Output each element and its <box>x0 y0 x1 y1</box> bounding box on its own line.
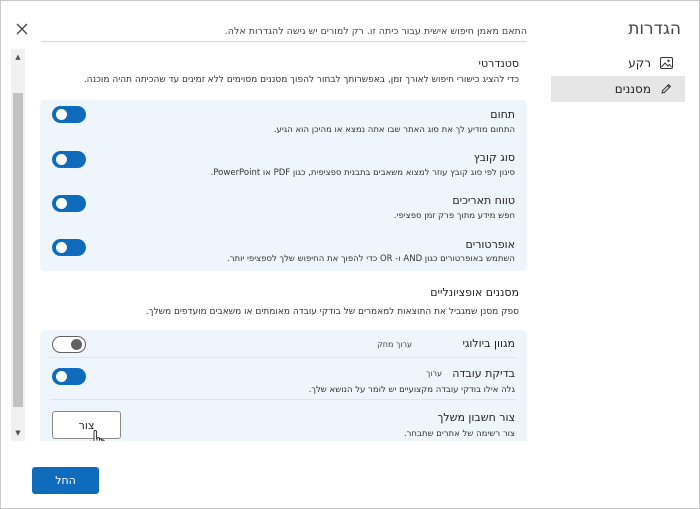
filter-title: צור חשבון משלך <box>437 411 515 424</box>
filter-row-domain: תחום התחום מודיע לך את סוג האתר שבו אתה … <box>40 100 527 143</box>
optional-section-description: ספק מסנן שמגביל את התוצאות למאמרים של בו… <box>145 307 519 317</box>
filter-title: תחום <box>490 108 515 121</box>
scroll-down-arrow-icon[interactable]: ▼ <box>14 429 22 437</box>
filter-description: השתמש באופרטורים כגון AND ו- OR כדי להפו… <box>227 254 515 264</box>
create-button[interactable]: צור <box>52 411 121 439</box>
scrollbar-thumb[interactable] <box>13 93 23 407</box>
operators-toggle[interactable] <box>52 239 86 256</box>
standard-filters-card: תחום התחום מודיע לך את סוג האתר שבו אתה … <box>40 100 527 271</box>
fact-check-toggle[interactable] <box>52 368 86 385</box>
filter-title: מגוון ביולוגי <box>462 337 515 350</box>
nav-item-label: רקע <box>628 56 651 70</box>
domain-toggle[interactable] <box>52 106 86 123</box>
filter-title: טווח תאריכים <box>452 194 515 207</box>
optional-filters-card: מגוון ביולוגי ערוך מחק בדיקת עובדה ערוך … <box>40 330 527 441</box>
filter-row-fact-check: בדיקת עובדה ערוך גלה אילו בודקי עובדה מק… <box>40 358 527 400</box>
file-type-toggle[interactable] <box>52 151 86 168</box>
filter-title: בדיקת עובדה <box>452 367 515 380</box>
filter-row-operators: אופרטורים השתמש באופרטורים כגון AND ו- O… <box>40 229 527 271</box>
filter-row-file-type: סוג קובץ סינון לפי סוג קובץ עוזר למצוא מ… <box>40 143 527 186</box>
edit-link[interactable]: ערוך <box>426 369 442 378</box>
filters-scroll-area[interactable]: סטנדרטי כדי להציג כישורי חיפוש לאורך זמן… <box>11 49 531 441</box>
filter-row-create-own: צור חשבון משלך צור רשימה של אתרים שתבחר.… <box>40 400 527 441</box>
filter-row-biodiversity: מגוון ביולוגי ערוך מחק <box>40 330 527 358</box>
toggle-knob <box>56 198 67 209</box>
date-range-toggle[interactable] <box>52 195 86 212</box>
filter-description: גלה אילו בודקי עובדה מקצועיים יש לומר על… <box>308 385 515 395</box>
nav-item-filters[interactable]: מסננים <box>551 76 685 102</box>
filters-settings-dialog: הגדרות רקע מסננים התאם מאמן חיפוש אישית … <box>0 0 700 509</box>
filter-description: חפש מידע מתוך פרק זמן ספציפי. <box>393 211 515 221</box>
settings-title: הגדרות <box>628 19 681 39</box>
header-divider <box>41 41 527 42</box>
toggle-knob <box>56 371 67 382</box>
filter-row-date-range: טווח תאריכים חפש מידע מתוך פרק זמן ספציפ… <box>40 186 527 229</box>
filter-description: התחום מודיע לך את סוג האתר שבו אתה נמצא … <box>273 125 515 135</box>
biodiversity-toggle[interactable] <box>52 336 86 353</box>
nav-item-label: מסננים <box>614 82 651 96</box>
toggle-knob <box>56 154 67 165</box>
toggle-knob <box>56 109 67 120</box>
standard-section-title: סטנדרטי <box>478 57 519 70</box>
toggle-knob <box>71 339 82 350</box>
filter-title: סוג קובץ <box>473 151 515 164</box>
pencil-icon <box>659 82 673 96</box>
filter-description: סינון לפי סוג קובץ עוזר למצוא משאבים בתב… <box>210 168 515 178</box>
scroll-up-arrow-icon[interactable]: ▲ <box>14 53 22 61</box>
close-icon <box>16 23 28 35</box>
edit-delete-links[interactable]: ערוך מחק <box>377 340 412 349</box>
vertical-scrollbar[interactable]: ▲ ▼ <box>11 49 25 441</box>
toggle-knob <box>56 242 67 253</box>
hand-pointer-cursor-icon <box>88 430 106 441</box>
standard-section-description: כדי להציג כישורי חיפוש לאורך זמן, באפשרו… <box>83 75 519 85</box>
close-button[interactable] <box>14 21 30 37</box>
image-icon <box>659 56 673 70</box>
filter-description: צור רשימה של אתרים שתבחר. <box>403 429 515 439</box>
optional-section-title: מסננים אופציונליים <box>430 286 519 299</box>
dialog-description: התאם מאמן חיפוש אישית עבור כיתה זו. רק ל… <box>224 26 527 37</box>
nav-item-background[interactable]: רקע <box>551 50 685 76</box>
apply-button[interactable]: החל <box>32 467 99 494</box>
filter-title: אופרטורים <box>465 238 515 251</box>
